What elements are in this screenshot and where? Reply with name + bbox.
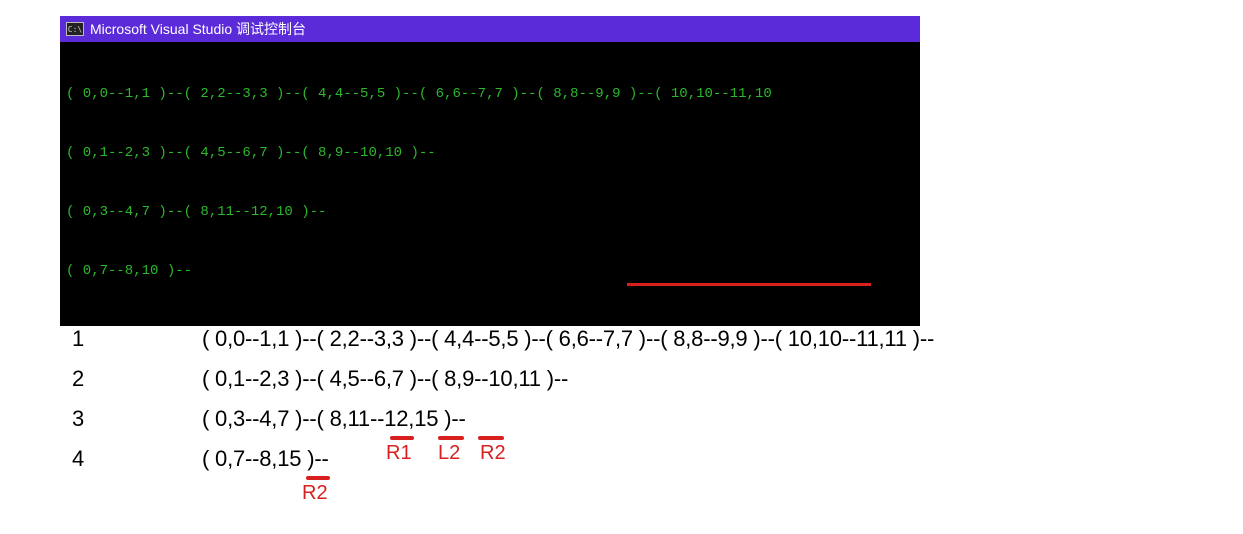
annotation-l2: L2 bbox=[438, 442, 460, 465]
annotation-r2: R2 bbox=[480, 442, 506, 465]
red-underline bbox=[478, 436, 504, 440]
line-number: 4 bbox=[72, 446, 202, 472]
caption-underlined: R1 、 L2 、 R2 均会越界 bbox=[627, 257, 870, 286]
line-content: ( 0,0--1,1 )--( 2,2--3,3 )--( 4,4--5,5 )… bbox=[202, 326, 934, 352]
line-content: ( 0,3--4,7 )--( 8,11--12,15 )-- bbox=[202, 406, 466, 432]
console-icon: C:\ bbox=[66, 22, 84, 36]
console-line: ( 0,0--1,1 )--( 2,2--3,3 )--( 4,4--5,5 )… bbox=[66, 85, 914, 105]
line-row: 2 ( 0,1--2,3 )--( 4,5--6,7 )--( 8,9--10,… bbox=[72, 366, 934, 392]
red-underline bbox=[306, 476, 330, 480]
line-row: 1 ( 0,0--1,1 )--( 2,2--3,3 )--( 4,4--5,5… bbox=[72, 326, 934, 352]
caption-prefix: 测试总共11个元素，下标最大为10，经测试 bbox=[200, 257, 627, 282]
line-number: 3 bbox=[72, 406, 202, 432]
console-titlebar: C:\ Microsoft Visual Studio 调试控制台 bbox=[60, 16, 920, 42]
line-number: 1 bbox=[72, 326, 202, 352]
red-underline bbox=[390, 436, 414, 440]
line-row: 3 ( 0,3--4,7 )--( 8,11--12,15 )-- bbox=[72, 406, 934, 432]
line-number: 2 bbox=[72, 366, 202, 392]
console-line: ( 0,1--2,3 )--( 4,5--6,7 )--( 8,9--10,10… bbox=[66, 144, 914, 164]
console-title: Microsoft Visual Studio 调试控制台 bbox=[90, 19, 306, 39]
annotation-r2: R2 bbox=[302, 482, 328, 505]
line-content: ( 0,1--2,3 )--( 4,5--6,7 )--( 8,9--10,11… bbox=[202, 366, 568, 392]
annotation-r1: R1 bbox=[386, 442, 412, 465]
caption-text: 测试总共11个元素，下标最大为10，经测试 R1 、 L2 、 R2 均会越界 bbox=[200, 252, 871, 284]
console-line: ( 0,3--4,7 )--( 8,11--12,10 )-- bbox=[66, 203, 914, 223]
red-underline bbox=[438, 436, 464, 440]
line-content: ( 0,7--8,15 )-- bbox=[202, 446, 329, 472]
